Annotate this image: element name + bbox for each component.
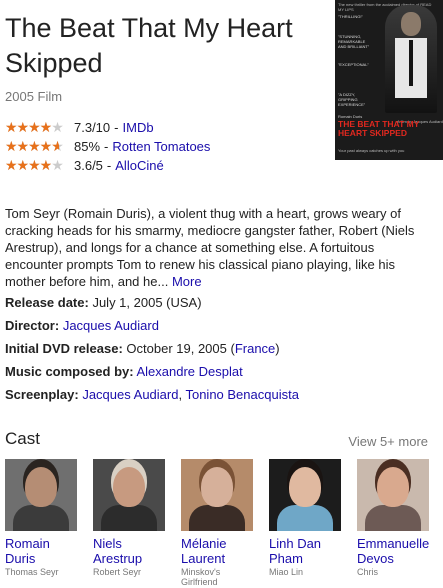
rating-row-imdb: ★★★★★★★★★★ 7.3/10 - IMDb — [5, 118, 154, 136]
fact-label: Release date: — [5, 295, 89, 310]
rating-score: 7.3/10 — [74, 119, 111, 135]
composer-link[interactable]: Alexandre Desplat — [136, 364, 242, 379]
fact-value: October 19, 2005 ( — [126, 341, 235, 356]
star-rating-icon: ★★★★★★★★★★ — [5, 156, 64, 173]
cast-member[interactable]: Emmanuelle Devos Chris — [357, 459, 429, 577]
fact-director: Director: Jacques Audiard — [5, 314, 435, 337]
fact-value-suffix: ) — [275, 341, 280, 356]
poster-tie — [409, 40, 413, 86]
cast-photo[interactable] — [93, 459, 165, 531]
view-more-cast-link[interactable]: View 5+ more — [348, 434, 428, 449]
poster-quote: "A DIZZY, GRIPPING EXPERIENCE" — [338, 92, 366, 107]
poster-title: THE BEAT THAT MY HEART SKIPPED — [338, 119, 420, 138]
fact-release-date: Release date: July 1, 2005 (USA) — [5, 291, 435, 314]
rating-separator: - — [114, 119, 119, 135]
screenwriter-link[interactable]: Tonino Benacquista — [185, 387, 298, 402]
rating-separator: - — [106, 157, 112, 173]
cast-role: Robert Seyr — [93, 567, 142, 577]
cast-name-link[interactable]: Romain Duris — [5, 536, 77, 566]
cast-name-link[interactable]: Emmanuelle Devos — [357, 536, 429, 566]
director-link[interactable]: Jacques Audiard — [63, 318, 159, 333]
fact-label: Initial DVD release: — [5, 341, 123, 356]
movie-title: The Beat That My Heart Skipped — [5, 13, 293, 78]
fact-screenplay: Screenplay: Jacques Audiard, Tonino Bena… — [5, 383, 435, 406]
cast-name-link[interactable]: Niels Arestrup — [93, 536, 165, 566]
cast-name-link[interactable]: Mélanie Laurent — [181, 536, 253, 566]
screenwriter-link[interactable]: Jacques Audiard — [82, 387, 178, 402]
fact-music: Music composed by: Alexandre Desplat — [5, 360, 435, 383]
facts-list: Release date: July 1, 2005 (USA) Directo… — [5, 291, 435, 406]
cast-photo[interactable] — [357, 459, 429, 531]
fact-dvd-release: Initial DVD release: October 19, 2005 (F… — [5, 337, 435, 360]
rating-source-link[interactable]: Rotten Tomatoes — [112, 139, 210, 154]
cast-role: Miao Lin — [269, 567, 304, 577]
cast-member[interactable]: Linh Dan Pham Miao Lin — [269, 459, 341, 577]
fact-label: Music composed by: — [5, 364, 134, 379]
cast-member[interactable]: Romain Duris Thomas Seyr — [5, 459, 77, 577]
cast-photo[interactable] — [181, 459, 253, 531]
fact-label: Screenplay: — [5, 387, 79, 402]
rating-row-rotten-tomatoes: ★★★★★ ★★★★★ 85% - Rotten Tomatoes — [5, 137, 210, 155]
poster-quote: "THRILLING!" — [338, 14, 363, 19]
star-rating-icon: ★★★★★★★★★★ — [5, 118, 64, 135]
cast-role: Chris — [357, 567, 379, 577]
cast-role: Minskov's Girlfriend — [181, 567, 221, 587]
poster-quote: "EXCEPTIONAL" — [338, 62, 369, 67]
poster-tagline: Your past always catches up with you — [338, 148, 405, 153]
movie-poster[interactable]: The new thriller from the acclaimed dire… — [335, 0, 443, 160]
fact-label: Director: — [5, 318, 60, 333]
cast-name-link[interactable]: Linh Dan Pham — [269, 536, 341, 566]
more-link[interactable]: More — [172, 274, 202, 289]
rating-source-link[interactable]: IMDb — [123, 120, 154, 135]
cast-member[interactable]: Mélanie Laurent Minskov's Girlfriend — [181, 459, 253, 587]
rating-score: 3.6/5 — [74, 157, 103, 173]
cast-photo[interactable] — [269, 459, 341, 531]
star-rating-icon: ★★★★★★★★★★ — [5, 137, 64, 154]
rating-score: 85% — [74, 138, 101, 154]
country-link[interactable]: France — [235, 341, 275, 356]
poster-face — [401, 12, 421, 36]
cast-heading: Cast — [5, 429, 40, 448]
cast-role: Thomas Seyr — [5, 567, 59, 577]
rating-row-allocine: ★★★★★★★★★★ 3.6/5 - AlloCiné — [5, 156, 164, 174]
cast-member[interactable]: Niels Arestrup Robert Seyr — [93, 459, 165, 577]
movie-description: Tom Seyr (Romain Duris), a violent thug … — [5, 205, 433, 290]
description-text: Tom Seyr (Romain Duris), a violent thug … — [5, 206, 415, 289]
rating-separator: - — [104, 138, 109, 154]
rating-source-link[interactable]: AlloCiné — [115, 158, 163, 173]
fact-comma: , — [178, 387, 183, 402]
movie-subtitle: 2005 Film — [5, 89, 63, 104]
fact-value: July 1, 2005 (USA) — [92, 295, 202, 310]
cast-photo[interactable] — [5, 459, 77, 531]
poster-quote: "STUNNING, REMARKABLE AND BRILLIANT" — [338, 34, 370, 49]
